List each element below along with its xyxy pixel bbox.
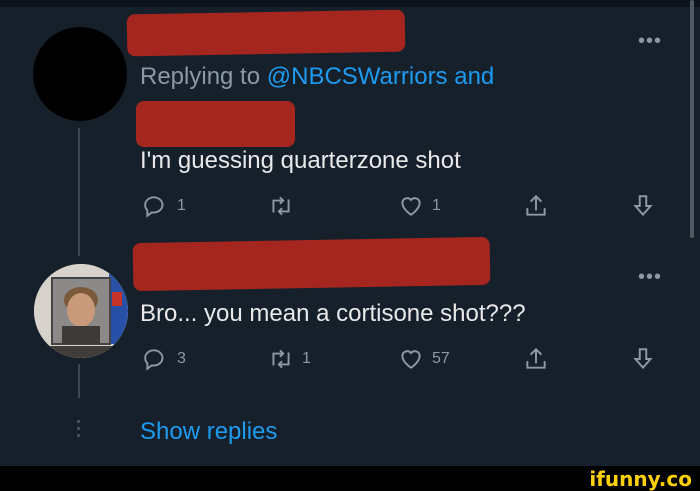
reply-button[interactable]: 1 [143, 193, 186, 219]
retweet-icon [272, 196, 290, 216]
redacted-username [132, 236, 491, 292]
top-border [0, 0, 700, 7]
more-options-button[interactable]: ••• [638, 266, 662, 289]
share-icon [526, 347, 546, 369]
arrow-down-icon [633, 195, 653, 217]
reply-icon [144, 349, 164, 371]
download-button[interactable] [630, 346, 656, 372]
like-button[interactable]: 1 [398, 193, 441, 219]
show-replies-link[interactable]: Show replies [140, 418, 277, 446]
replying-suffix[interactable]: and [454, 63, 494, 90]
thread-dots [77, 420, 81, 441]
redacted-handle [136, 101, 295, 147]
arrow-down-icon [633, 348, 653, 370]
avatar-photo [34, 264, 128, 358]
tweet-text: I'm guessing quarterzone shot [140, 147, 461, 174]
like-button[interactable]: 57 [398, 346, 450, 372]
avatar[interactable] [33, 27, 127, 121]
retweet-button[interactable]: 1 [268, 346, 311, 372]
retweet-count: 1 [302, 350, 311, 367]
reply-icon [144, 196, 164, 218]
heart-icon [401, 350, 421, 369]
heart-icon [401, 197, 421, 216]
ifunny-watermark: ifunny.co [589, 467, 692, 491]
share-button[interactable] [523, 346, 549, 372]
retweet-button[interactable] [268, 193, 302, 219]
thread-line [78, 364, 80, 398]
share-button[interactable] [523, 193, 549, 219]
more-options-button[interactable]: ••• [638, 30, 662, 53]
mention-link[interactable]: @NBCSWarriors [267, 63, 448, 90]
tweet-text: Bro... you mean a cortisone shot??? [140, 300, 526, 327]
redacted-username [126, 9, 406, 57]
reply-count: 1 [177, 197, 186, 214]
reply-count: 3 [177, 350, 186, 367]
like-count: 1 [432, 197, 441, 214]
avatar[interactable] [34, 264, 128, 358]
scrollbar[interactable] [690, 0, 694, 238]
like-count: 57 [432, 350, 450, 367]
thread-line [78, 128, 80, 256]
download-button[interactable] [630, 193, 656, 219]
share-icon [526, 194, 546, 216]
replying-to-label: Replying to @NBCSWarriors and [140, 63, 494, 91]
reply-button[interactable]: 3 [143, 346, 186, 372]
retweet-icon [272, 349, 290, 369]
replying-prefix: Replying to [140, 63, 261, 90]
